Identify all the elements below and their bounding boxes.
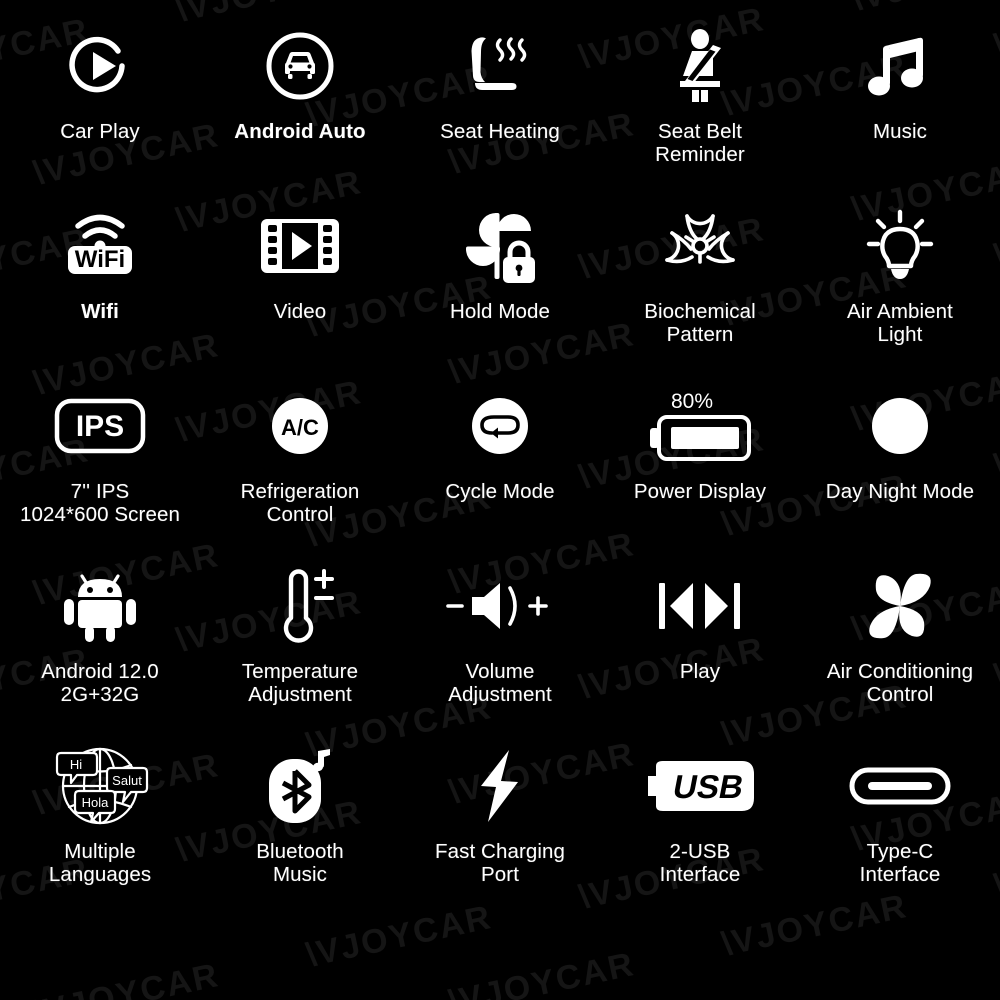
feature-label: Multiple Languages	[48, 840, 152, 887]
feature-label: Type-C Interface	[859, 840, 941, 887]
bubble-hola-text: Hola	[82, 795, 110, 810]
feature-cell-day-night-mode[interactable]: Day Night Mode	[800, 378, 1000, 558]
feature-label: Seat Belt Reminder	[655, 120, 745, 167]
usb-plug-icon: USB	[642, 738, 758, 834]
bluetooth-music-icon	[261, 738, 339, 834]
feature-label: Air Ambient Light	[847, 300, 953, 347]
feature-cell-bluetooth-music[interactable]: Bluetooth Music	[200, 738, 400, 918]
feature-label: Day Night Mode	[825, 480, 975, 503]
feature-cell-play[interactable]: Play	[600, 558, 800, 738]
fan-blades-icon	[860, 558, 940, 654]
android-auto-icon	[263, 18, 337, 114]
feature-label: Air Conditioning Control	[826, 660, 974, 707]
feature-label: Bluetooth Music	[256, 840, 344, 887]
ac-badge-text: A/C	[281, 415, 319, 440]
film-strip-icon	[257, 198, 343, 294]
feature-cell-video[interactable]: Video	[200, 198, 400, 378]
ips-badge-text: IPS	[76, 410, 124, 443]
feature-cell-multiple-languages[interactable]: Hi Salut Hola Multiple Languages	[0, 738, 200, 918]
light-bulb-icon	[860, 198, 940, 294]
feature-label: Power Display	[633, 480, 767, 503]
feature-cell-ips-screen[interactable]: IPS 7'' IPS 1024*600 Screen	[0, 378, 200, 558]
feature-label: Car Play	[60, 120, 140, 143]
music-note-icon	[866, 18, 934, 114]
feature-label: Hold Mode	[449, 300, 551, 323]
contrast-circle-icon	[866, 378, 934, 474]
feature-cell-seat-heating[interactable]: Seat Heating	[400, 18, 600, 198]
feature-cell-wifi[interactable]: WiFi Wifi	[0, 198, 200, 378]
feature-label: Android Auto	[234, 120, 366, 143]
recirculate-icon	[466, 378, 534, 474]
feature-label: Video	[273, 300, 327, 323]
feature-label: 2-USB Interface	[659, 840, 741, 887]
feature-cell-cycle-mode[interactable]: Cycle Mode	[400, 378, 600, 558]
bubble-hi-text: Hi	[70, 757, 82, 772]
feature-cell-type-c-interface[interactable]: Type-C Interface	[800, 738, 1000, 918]
bubble-salut-text: Salut	[112, 773, 142, 788]
feature-cell-power-display[interactable]: 80% Power Display	[600, 378, 800, 558]
lightning-bolt-icon	[469, 738, 531, 834]
feature-label: Music	[872, 120, 928, 143]
feature-label: Android 12.0 2G+32G	[41, 660, 159, 707]
feature-cell-air-conditioning[interactable]: Air Conditioning Control	[800, 558, 1000, 738]
battery-icon: 80%	[646, 378, 754, 474]
feature-label: Refrigeration Control	[240, 480, 360, 527]
feature-cell-android-version[interactable]: Android 12.0 2G+32G	[0, 558, 200, 738]
feature-cell-biochemical-pattern[interactable]: Biochemical Pattern	[600, 198, 800, 378]
feature-cell-car-play[interactable]: Car Play	[0, 18, 200, 198]
wifi-icon: WiFi	[48, 198, 152, 294]
feature-cell-seat-belt-reminder[interactable]: Seat Belt Reminder	[600, 18, 800, 198]
wifi-badge-text: WiFi	[75, 246, 125, 273]
track-controls-icon	[655, 558, 745, 654]
android-robot-icon	[59, 558, 141, 654]
biohazard-icon	[659, 198, 741, 294]
feature-cell-temperature[interactable]: Temperature Adjustment	[200, 558, 400, 738]
feature-label: Seat Heating	[440, 120, 560, 143]
speaker-icon	[444, 558, 556, 654]
feature-cell-refrigeration[interactable]: A/C Refrigeration Control	[200, 378, 400, 558]
feature-label: Volume Adjustment	[448, 660, 552, 707]
feature-label: Temperature Adjustment	[241, 660, 359, 707]
seat-belt-icon	[663, 18, 737, 114]
feature-cell-air-ambient-light[interactable]: Air Ambient Light	[800, 198, 1000, 378]
thermometer-icon	[259, 558, 341, 654]
product-feature-grid-page: \VJOYCAR\VJOYCAR\VJOYCAR\VJOYCAR\VJOYCAR…	[0, 0, 1000, 1000]
fan-lock-icon	[460, 198, 540, 294]
feature-label: 7'' IPS 1024*600 Screen	[20, 480, 180, 527]
feature-cell-android-auto[interactable]: Android Auto	[200, 18, 400, 198]
feature-cell-hold-mode[interactable]: Hold Mode	[400, 198, 600, 378]
globe-speech-icon: Hi Salut Hola	[45, 738, 155, 834]
feature-label: Cycle Mode	[445, 480, 555, 503]
feature-label: Biochemical Pattern	[644, 300, 756, 347]
feature-grid: Car Play Android Auto Seat Heating Seat …	[0, 0, 1000, 1000]
type-c-port-icon	[848, 738, 952, 834]
ips-badge-icon: IPS	[53, 378, 147, 474]
feature-cell-fast-charging[interactable]: Fast Charging Port	[400, 738, 600, 918]
seat-heating-icon	[459, 18, 541, 114]
carplay-icon	[63, 18, 137, 114]
usb-badge-text: USB	[670, 769, 747, 806]
battery-percent-text: 80%	[671, 390, 713, 413]
feature-cell-music[interactable]: Music	[800, 18, 1000, 198]
feature-cell-usb-interface[interactable]: USB 2-USB Interface	[600, 738, 800, 918]
feature-label: Wifi	[81, 300, 119, 323]
feature-label: Fast Charging Port	[434, 840, 566, 887]
ac-circle-icon: A/C	[266, 378, 334, 474]
feature-label: Play	[679, 660, 721, 683]
feature-cell-volume[interactable]: Volume Adjustment	[400, 558, 600, 738]
